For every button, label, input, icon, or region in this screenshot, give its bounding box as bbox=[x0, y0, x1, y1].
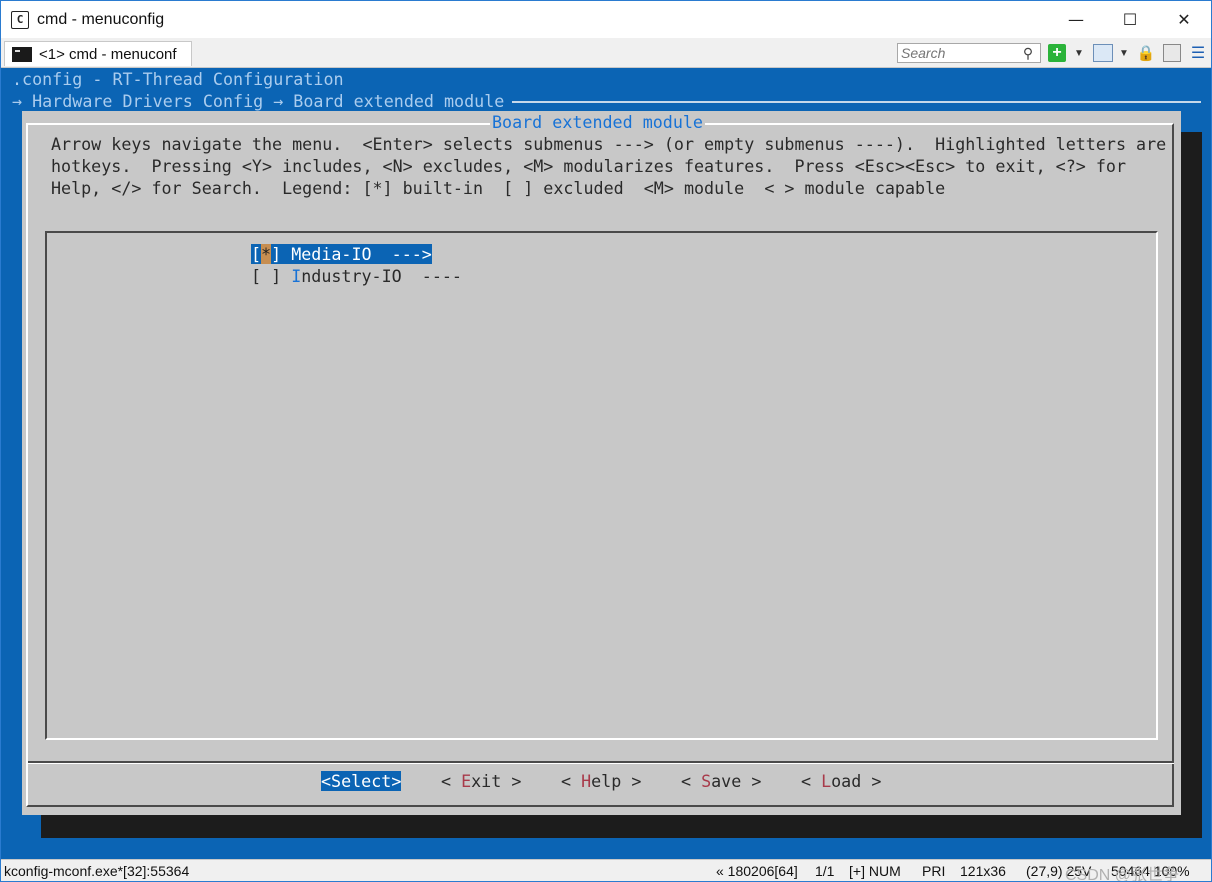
split-view-icon[interactable] bbox=[1163, 44, 1181, 62]
menu-item-hotkey: M bbox=[291, 244, 302, 264]
status-size[interactable]: 121x36 bbox=[960, 863, 1006, 879]
button-bracket: < bbox=[561, 771, 582, 791]
button-label: xit bbox=[471, 771, 502, 791]
new-console-dropdown-icon[interactable]: ▼ bbox=[1072, 44, 1086, 62]
load-button[interactable]: < Load > bbox=[801, 771, 881, 791]
window-title: cmd - menuconfig bbox=[37, 10, 165, 28]
button-hotkey: E bbox=[461, 771, 472, 791]
status-priority[interactable]: PRI bbox=[922, 863, 945, 879]
save-button[interactable]: < Save > bbox=[681, 771, 761, 791]
menu-item-label: ndustry-IO ---- bbox=[301, 266, 462, 286]
search-icon[interactable]: ⚲ bbox=[1019, 44, 1037, 62]
button-bracket: > bbox=[621, 771, 642, 791]
menu-list-box bbox=[45, 231, 1158, 740]
help-text-line: Arrow keys navigate the menu. <Enter> se… bbox=[51, 134, 1167, 154]
new-console-button[interactable]: + bbox=[1048, 44, 1066, 62]
close-button[interactable]: ✕ bbox=[1157, 1, 1211, 38]
button-label: ave bbox=[711, 771, 742, 791]
status-page[interactable]: 1/1 bbox=[815, 863, 834, 879]
title-bar[interactable]: C cmd - menuconfig — ☐ ✕ bbox=[1, 1, 1211, 38]
watermark: CSDN @张世争 bbox=[1065, 867, 1180, 882]
checkbox-bracket: ] bbox=[271, 266, 292, 286]
checkbox-bracket: ] bbox=[271, 244, 292, 264]
button-bracket: < bbox=[681, 771, 702, 791]
exit-button[interactable]: < Exit > bbox=[441, 771, 521, 791]
select-button[interactable]: <Select> bbox=[321, 771, 402, 791]
search-input[interactable] bbox=[901, 45, 1019, 61]
menu-item-industry-io[interactable]: [ ] Industry-IO ---- bbox=[251, 266, 462, 286]
button-bracket: < bbox=[801, 771, 822, 791]
status-process[interactable]: kconfig-mconf.exe*[32]:55364 bbox=[4, 863, 189, 879]
panel-view-dropdown-icon[interactable]: ▼ bbox=[1117, 44, 1131, 62]
hamburger-menu-icon[interactable]: ☰ bbox=[1189, 44, 1207, 62]
button-hotkey: S bbox=[701, 771, 712, 791]
button-hotkey: H bbox=[581, 771, 592, 791]
help-text-line: hotkeys. Pressing <Y> includes, <N> excl… bbox=[51, 156, 1126, 176]
button-label: elp bbox=[591, 771, 622, 791]
button-bracket: > bbox=[861, 771, 882, 791]
checkbox-bracket: [ bbox=[251, 266, 262, 286]
menu-item-media-io[interactable]: [*] Media-IO ---> bbox=[251, 244, 432, 264]
minimize-button[interactable]: — bbox=[1049, 1, 1103, 38]
window-controls: — ☐ ✕ bbox=[1049, 1, 1211, 38]
status-buffer[interactable]: « 180206[64] bbox=[716, 863, 798, 879]
status-mode[interactable]: [+] NUM bbox=[849, 863, 901, 879]
menu-item-label: edia-IO ---> bbox=[301, 244, 432, 264]
console-window-icon[interactable]: C bbox=[11, 10, 29, 29]
lock-icon[interactable]: 🔒 bbox=[1137, 44, 1156, 62]
menu-dialog: Board extended module Arrow keys navigat… bbox=[22, 111, 1181, 815]
checkbox-bracket: [ bbox=[251, 244, 262, 264]
menu-item-hotkey: I bbox=[291, 266, 302, 286]
tab-label: <1> cmd - menuconf bbox=[39, 45, 177, 63]
button-bracket: > bbox=[501, 771, 522, 791]
help-text-line: Help, </> for Search. Legend: [*] built-… bbox=[51, 178, 946, 198]
checkbox-state[interactable]: * bbox=[261, 244, 272, 264]
status-bar: kconfig-mconf.exe*[32]:55364 « 180206[64… bbox=[1, 859, 1211, 882]
terminal-icon bbox=[12, 46, 32, 62]
breadcrumb: → Hardware Drivers Config → Board extend… bbox=[12, 91, 505, 111]
button-bracket: < bbox=[441, 771, 462, 791]
console-window: C cmd - menuconfig — ☐ ✕ <1> cmd - menuc… bbox=[0, 0, 1212, 882]
checkbox-state[interactable] bbox=[261, 266, 271, 286]
search-box[interactable]: ⚲ bbox=[897, 43, 1041, 63]
console-tab[interactable]: <1> cmd - menuconf bbox=[4, 41, 192, 66]
help-button[interactable]: < Help > bbox=[561, 771, 641, 791]
dialog-title: Board extended module bbox=[490, 112, 705, 132]
header-rule bbox=[512, 101, 1201, 103]
terminal-area[interactable]: .config - RT-Thread Configuration → Hard… bbox=[1, 68, 1211, 859]
button-bracket: > bbox=[741, 771, 762, 791]
button-separator bbox=[28, 761, 1174, 764]
panel-view-icon[interactable] bbox=[1093, 44, 1113, 62]
tab-bar: <1> cmd - menuconf ⚲ + ▼ ▼ 🔒 ☰ bbox=[1, 38, 1211, 68]
maximize-button[interactable]: ☐ bbox=[1103, 1, 1157, 38]
config-header: .config - RT-Thread Configuration bbox=[12, 69, 344, 89]
button-label: oad bbox=[831, 771, 862, 791]
button-hotkey: L bbox=[821, 771, 832, 791]
